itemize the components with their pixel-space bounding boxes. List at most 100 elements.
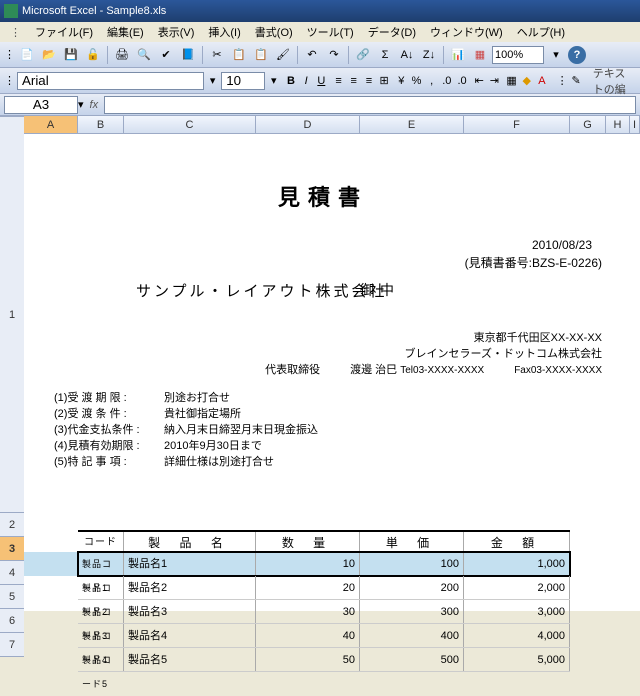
comma-icon[interactable]: , bbox=[425, 71, 438, 91]
zoom-dropdown-icon[interactable]: ▾ bbox=[546, 45, 566, 65]
fx-icon[interactable]: fx bbox=[90, 99, 99, 111]
toolbar-handle-icon[interactable]: ⋮ bbox=[4, 74, 15, 87]
print-icon[interactable]: 🖨 bbox=[112, 45, 132, 65]
column-header[interactable]: F bbox=[464, 116, 570, 133]
permission-icon[interactable]: 🔓 bbox=[83, 45, 103, 65]
sort-asc-icon[interactable]: A↓ bbox=[397, 45, 417, 65]
chart-icon[interactable]: 📊 bbox=[448, 45, 468, 65]
col-name: 製 品 名 bbox=[124, 532, 256, 551]
new-icon[interactable]: 📄 bbox=[17, 45, 37, 65]
dropdown-icon[interactable]: ▾ bbox=[267, 71, 280, 91]
menu-edit[interactable]: 編集(E) bbox=[101, 22, 150, 42]
excel-icon bbox=[4, 4, 18, 18]
rep-name: 渡邊 治巳 bbox=[350, 362, 397, 378]
drawing-icon[interactable]: ▦ bbox=[470, 45, 490, 65]
menu-handle-icon[interactable]: ⋮ bbox=[4, 24, 27, 41]
font-size-input[interactable] bbox=[221, 72, 265, 90]
dropdown-icon[interactable]: ▾ bbox=[78, 98, 84, 111]
align-left-icon[interactable]: ≡ bbox=[332, 71, 345, 91]
merge-icon[interactable]: ⊞ bbox=[378, 71, 391, 91]
column-header-selected[interactable]: A bbox=[24, 116, 78, 133]
align-right-icon[interactable]: ≡ bbox=[362, 71, 375, 91]
row-header-selected[interactable]: 3 bbox=[0, 537, 24, 561]
save-icon[interactable]: 💾 bbox=[61, 45, 81, 65]
row-header[interactable]: 1 bbox=[0, 117, 24, 513]
separator bbox=[443, 46, 444, 64]
term-label: (5)特 記 事 項 : bbox=[54, 454, 164, 470]
menu-file[interactable]: ファイル(F) bbox=[29, 22, 99, 42]
font-color-icon[interactable]: A bbox=[535, 71, 548, 91]
percent-icon[interactable]: % bbox=[410, 71, 423, 91]
redo-icon[interactable]: ↷ bbox=[324, 45, 344, 65]
row-header[interactable]: 7 bbox=[0, 633, 24, 657]
menu-help[interactable]: ヘルプ(H) bbox=[511, 22, 571, 42]
column-header[interactable]: I bbox=[630, 116, 640, 133]
column-header[interactable]: B bbox=[78, 116, 124, 133]
decrease-indent-icon[interactable]: ⇤ bbox=[473, 71, 486, 91]
row-headers: 1 2 3 4 5 6 7 bbox=[0, 117, 24, 657]
autosum-icon[interactable]: Σ bbox=[375, 45, 395, 65]
title-bar: Microsoft Excel - Sample8.xls bbox=[0, 0, 640, 22]
row-header[interactable]: 5 bbox=[0, 585, 24, 609]
column-header[interactable]: C bbox=[124, 116, 256, 133]
separator bbox=[202, 46, 203, 64]
table-header-row[interactable]: コード 製 品 名 数 量 単 価 金 額 bbox=[78, 530, 570, 552]
help-icon[interactable]: ? bbox=[568, 46, 586, 64]
menu-insert[interactable]: 挿入(I) bbox=[202, 22, 246, 42]
print-preview-icon[interactable]: 🔍 bbox=[134, 45, 154, 65]
increase-indent-icon[interactable]: ⇥ bbox=[488, 71, 501, 91]
column-header[interactable]: G bbox=[570, 116, 606, 133]
zoom-input[interactable] bbox=[492, 46, 544, 64]
align-center-icon[interactable]: ≡ bbox=[347, 71, 360, 91]
table-row[interactable]: 製品コード2製品名2202002,000 bbox=[78, 576, 570, 600]
spellcheck-icon[interactable]: ✔ bbox=[156, 45, 176, 65]
row-header[interactable]: 4 bbox=[0, 561, 24, 585]
decrease-decimal-icon[interactable]: .0 bbox=[455, 71, 468, 91]
document-row-1[interactable]: 見積書 2010/08/23 (見積書番号:BZS-E-0226) サンプル・レ… bbox=[24, 134, 622, 530]
table-row[interactable]: 製品コード1製品名1101001,000 bbox=[78, 552, 570, 576]
term-value: 2010年9月30日まで bbox=[164, 438, 262, 454]
column-header[interactable]: E bbox=[360, 116, 464, 133]
table-row[interactable]: 製品コード5製品名5505005,000 bbox=[78, 648, 570, 672]
menu-view[interactable]: 表示(V) bbox=[152, 22, 201, 42]
toolbar-handle-icon[interactable]: ⋮ bbox=[557, 74, 568, 87]
bold-icon[interactable]: B bbox=[284, 71, 297, 91]
app-title: Microsoft Excel - Sample8.xls bbox=[22, 5, 166, 17]
currency-icon[interactable]: ¥ bbox=[395, 71, 408, 91]
open-icon[interactable]: 📂 bbox=[39, 45, 59, 65]
formula-bar[interactable] bbox=[104, 96, 636, 114]
dropdown-icon[interactable]: ▾ bbox=[206, 71, 219, 91]
cell-price: 300 bbox=[360, 600, 464, 623]
increase-decimal-icon[interactable]: .0 bbox=[440, 71, 453, 91]
row-header[interactable]: 2 bbox=[0, 513, 24, 537]
format-painter-icon[interactable]: 🖌 bbox=[273, 45, 293, 65]
hyperlink-icon[interactable]: 🔗 bbox=[353, 45, 373, 65]
sort-desc-icon[interactable]: Z↓ bbox=[419, 45, 439, 65]
menu-format[interactable]: 書式(O) bbox=[249, 22, 299, 42]
menu-tools[interactable]: ツール(T) bbox=[301, 22, 360, 42]
cut-icon[interactable]: ✂ bbox=[207, 45, 227, 65]
column-header[interactable]: H bbox=[606, 116, 630, 133]
borders-icon[interactable]: ▦ bbox=[505, 71, 518, 91]
column-header[interactable]: D bbox=[256, 116, 360, 133]
table-row[interactable]: 製品コード3製品名3303003,000 bbox=[78, 600, 570, 624]
edit-text-icon[interactable]: ✎ bbox=[570, 71, 583, 91]
menu-data[interactable]: データ(D) bbox=[362, 22, 422, 42]
term-value: 貴社御指定場所 bbox=[164, 406, 241, 422]
research-icon[interactable]: 📘 bbox=[178, 45, 198, 65]
cell-name: 製品名4 bbox=[124, 624, 256, 647]
onchu-label: 御中 bbox=[360, 280, 400, 300]
row-header[interactable]: 6 bbox=[0, 609, 24, 633]
toolbar-handle-icon[interactable]: ⋮ bbox=[4, 48, 15, 61]
name-box[interactable] bbox=[4, 96, 78, 114]
font-name-input[interactable] bbox=[17, 72, 204, 90]
table-row[interactable]: 製品コード4製品名4404004,000 bbox=[78, 624, 570, 648]
fill-color-icon[interactable]: ◆ bbox=[520, 71, 533, 91]
italic-icon[interactable]: I bbox=[300, 71, 313, 91]
copy-icon[interactable]: 📋 bbox=[229, 45, 249, 65]
undo-icon[interactable]: ↶ bbox=[302, 45, 322, 65]
paste-icon[interactable]: 📋 bbox=[251, 45, 271, 65]
menu-window[interactable]: ウィンドウ(W) bbox=[424, 22, 509, 42]
underline-icon[interactable]: U bbox=[315, 71, 328, 91]
cell-amount: 1,000 bbox=[464, 552, 570, 575]
